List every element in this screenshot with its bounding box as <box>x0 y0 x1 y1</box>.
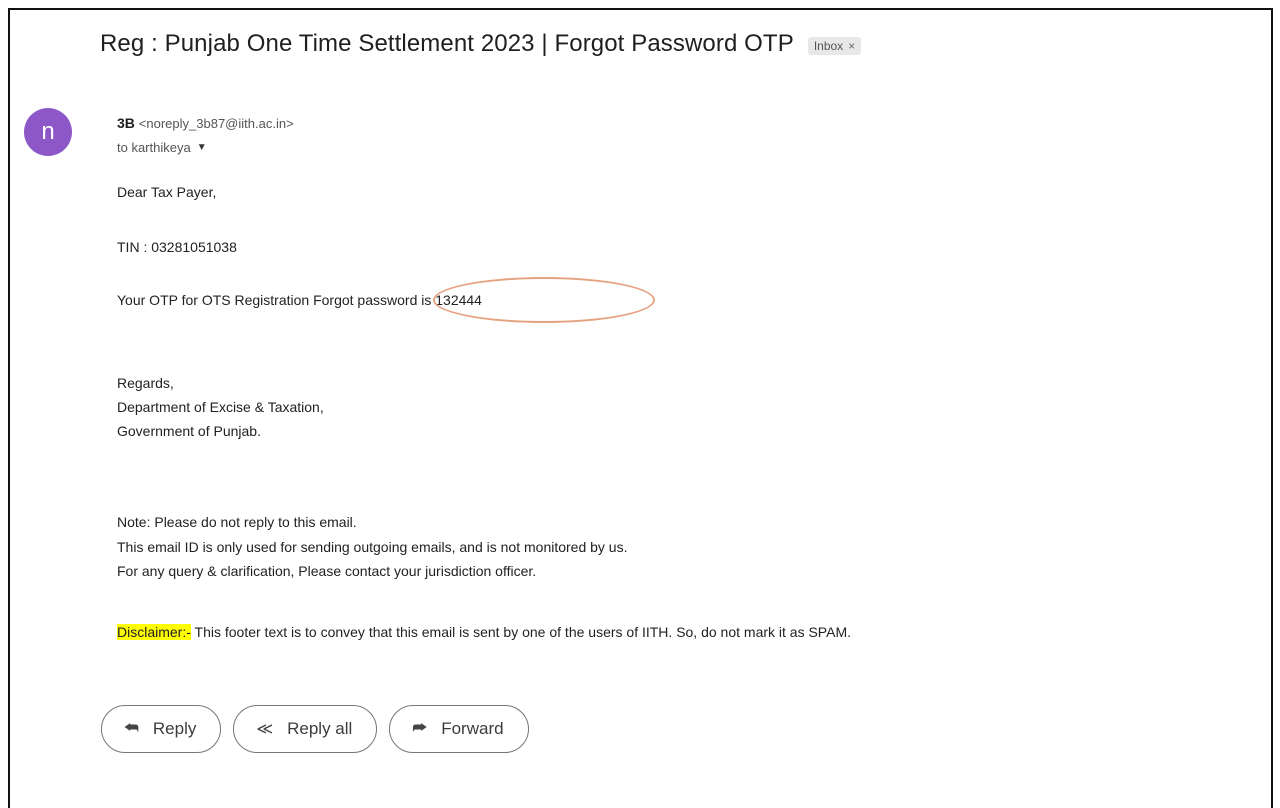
recipient-text: to karthikeya <box>117 140 191 155</box>
sender-name[interactable]: 3B <box>117 115 135 131</box>
note-line-2: This email ID is only used for sending o… <box>117 539 628 555</box>
email-subject: Reg : Punjab One Time Settlement 2023 | … <box>100 30 794 57</box>
chevron-down-icon[interactable]: ▼ <box>197 142 207 153</box>
reply-all-button[interactable]: ≪ Reply all <box>233 705 378 753</box>
note-line-3: For any query & clarification, Please co… <box>117 563 537 579</box>
action-buttons: ⮪ Reply ≪ Reply all ⮫ Forward <box>101 705 529 753</box>
reply-icon: ⮪ <box>124 720 139 737</box>
disclaimer-text: This footer text is to convey that this … <box>190 624 851 640</box>
disclaimer-line: Disclaimer:- This footer text is to conv… <box>117 624 851 640</box>
reply-label: Reply <box>152 719 197 738</box>
disclaimer-label: Disclaimer:- <box>117 624 191 640</box>
forward-button[interactable]: ⮫ Forward <box>389 705 529 753</box>
department-line: Department of Excise & Taxation, <box>117 399 324 415</box>
government-line: Government of Punjab. <box>117 423 261 439</box>
greeting: Dear Tax Payer, <box>117 184 217 200</box>
sender-avatar[interactable]: n <box>24 108 72 156</box>
recipient-line[interactable]: to karthikeya ▼ <box>117 140 207 155</box>
tin-line: TIN : 03281051038 <box>117 239 237 255</box>
reply-button[interactable]: ⮪ Reply <box>101 705 222 753</box>
reply-all-icon: ≪ <box>256 721 274 738</box>
reply-all-label: Reply all <box>287 719 353 738</box>
remove-label-icon[interactable]: × <box>848 39 855 53</box>
inbox-label-text: Inbox <box>813 38 844 53</box>
otp-line: Your OTP for OTS Registration Forgot pas… <box>117 292 482 308</box>
sender-email: <noreply_3b87@iith.ac.in> <box>138 116 294 131</box>
forward-label: Forward <box>441 719 504 738</box>
inbox-label-chip[interactable]: Inbox × <box>807 36 862 55</box>
regards-line: Regards, <box>117 375 174 391</box>
sender-line: 3B <noreply_3b87@iith.ac.in> <box>117 115 294 131</box>
subject-row: Reg : Punjab One Time Settlement 2023 | … <box>100 30 862 58</box>
forward-icon: ⮫ <box>412 720 428 737</box>
note-line-1: Note: Please do not reply to this email. <box>117 514 357 530</box>
